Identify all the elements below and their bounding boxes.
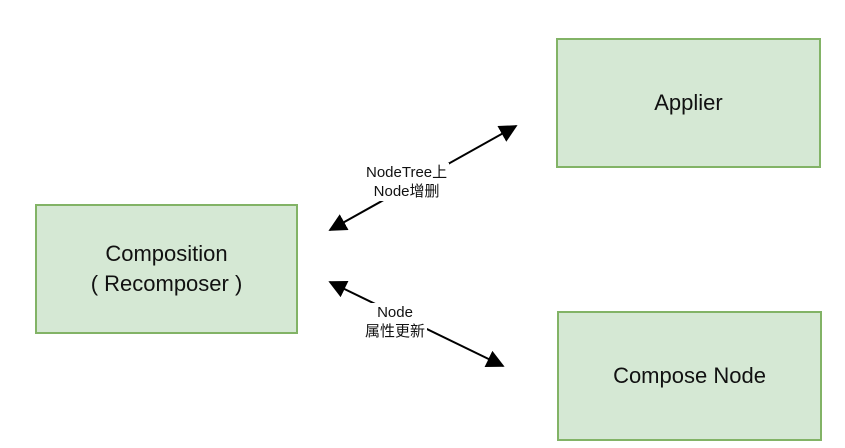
edge-label-top-line2: Node增删 bbox=[373, 183, 440, 200]
edge-label-attribute-update: Node 属性更新 bbox=[363, 303, 428, 341]
compose-node-box: Compose Node bbox=[557, 311, 822, 441]
edge-label-top-line1: NodeTree上 bbox=[366, 164, 448, 181]
edge-label-bottom-line1: Node bbox=[377, 304, 413, 321]
composition-box: Composition ( Recomposer ) bbox=[35, 204, 298, 334]
edge-label-bottom-line2: 属性更新 bbox=[365, 323, 426, 340]
composition-title: Composition bbox=[105, 241, 228, 266]
diagram-canvas: Composition ( Recomposer ) Applier Compo… bbox=[0, 0, 845, 448]
edge-label-node-add-remove: NodeTree上 Node增删 bbox=[364, 163, 450, 201]
applier-box: Applier bbox=[556, 38, 821, 168]
compose-node-label: Compose Node bbox=[613, 363, 766, 388]
applier-label: Applier bbox=[654, 90, 723, 115]
composition-subtitle: ( Recomposer ) bbox=[90, 271, 243, 296]
